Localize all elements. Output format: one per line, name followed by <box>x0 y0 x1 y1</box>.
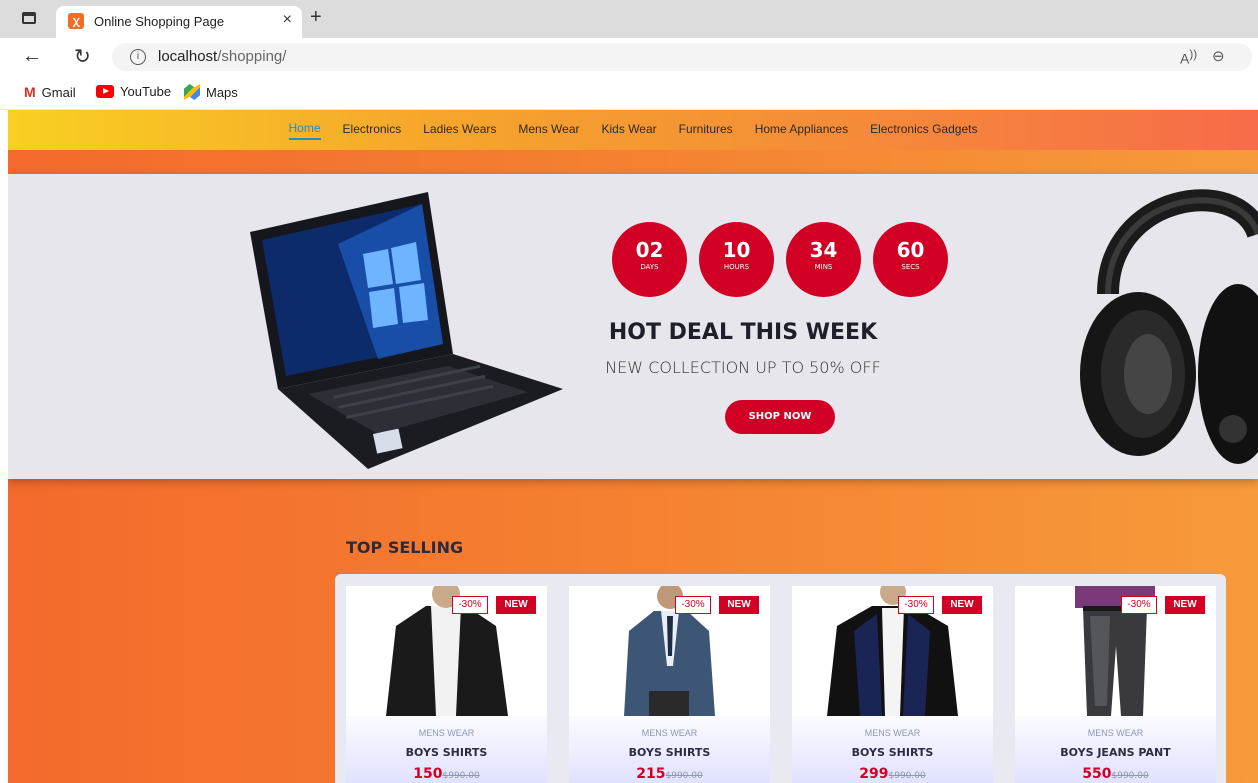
nav-item-furnitures[interactable]: Furnitures <box>679 122 733 139</box>
top-selling-products: -30% NEW MENS WEAR BOYS SHIRTS 150$990.0… <box>335 574 1226 783</box>
product-name[interactable]: BOYS SHIRTS <box>792 746 993 759</box>
tab-title: Online Shopping Page <box>94 14 225 29</box>
shopping-page: Home Electronics Ladies Wears Mens Wear … <box>8 110 1258 783</box>
countdown-value: 10 <box>722 238 751 262</box>
price-current: 215 <box>636 766 666 782</box>
product-price: 299$990.00 <box>792 766 993 782</box>
product-card[interactable]: -30% NEW MENS WEAR BOYS SHIRTS 150$990.0… <box>346 586 547 783</box>
countdown-unit: HOURS <box>723 263 750 271</box>
laptop-image <box>250 192 563 469</box>
product-card[interactable]: -30% NEW MENS WEAR BOYS JEANS PANT 550$9… <box>1015 586 1216 783</box>
price-old: $990.00 <box>1111 771 1149 781</box>
new-badge: NEW <box>496 596 536 614</box>
price-current: 550 <box>1082 766 1112 782</box>
product-price: 550$990.00 <box>1015 766 1216 782</box>
nav-item-home-appliances[interactable]: Home Appliances <box>755 122 848 139</box>
product-price: 150$990.00 <box>346 766 547 782</box>
nav-item-ladies-wears[interactable]: Ladies Wears <box>423 122 496 139</box>
browser-tab-bar: ꭓ Online Shopping Page × + <box>0 0 1258 38</box>
bookmark-label: YouTube <box>120 84 172 99</box>
countdown-secs: 60 SECS <box>873 222 948 297</box>
product-card[interactable]: -30% NEW MENS WEAR BOYS SHIRTS 215$990.0… <box>569 586 770 783</box>
address-bar: ← ↻ i localhost/shopping/ A)) ⊖ <box>0 38 1258 76</box>
hot-deal-banner: 02 DAYS 10 HOURS 34 MINS 60 SECS HOT DEA… <box>8 174 1258 479</box>
product-category: MENS WEAR <box>641 728 698 738</box>
product-category: MENS WEAR <box>418 728 475 738</box>
new-tab-icon[interactable]: + <box>310 6 322 29</box>
bookmark-label: Maps <box>206 84 238 100</box>
read-aloud-icon[interactable]: A)) <box>1180 48 1197 67</box>
url-path: /shopping/ <box>217 48 287 65</box>
product-category: MENS WEAR <box>864 728 921 738</box>
product-image: -30% NEW <box>792 586 993 716</box>
url-text: localhost/shopping/ <box>158 48 286 65</box>
countdown-unit: DAYS <box>640 263 659 271</box>
hot-deal-title: HOT DEAL THIS WEEK <box>608 320 878 345</box>
price-old: $990.00 <box>442 771 480 781</box>
nav-item-home[interactable]: Home <box>288 121 321 140</box>
xampp-favicon-icon: ꭓ <box>68 13 84 29</box>
price-old: $990.00 <box>888 771 926 781</box>
top-selling-title: TOP SELLING <box>346 538 464 557</box>
discount-badge: -30% <box>452 596 488 614</box>
main-nav: Home Electronics Ladies Wears Mens Wear … <box>8 110 1258 150</box>
product-image: -30% NEW <box>569 586 770 716</box>
countdown-days: 02 DAYS <box>612 222 687 297</box>
product-price: 215$990.00 <box>569 766 770 782</box>
product-name[interactable]: BOYS SHIRTS <box>569 746 770 759</box>
countdown-value: 02 <box>635 238 664 262</box>
new-badge: NEW <box>1165 596 1205 614</box>
countdown-timer: 02 DAYS 10 HOURS 34 MINS 60 SECS <box>612 222 948 297</box>
product-name[interactable]: BOYS SHIRTS <box>346 746 547 759</box>
price-current: 150 <box>413 766 443 782</box>
product-image: -30% NEW <box>346 586 547 716</box>
price-old: $990.00 <box>665 771 703 781</box>
new-badge: NEW <box>719 596 759 614</box>
headphones-image <box>1080 189 1258 464</box>
bookmark-maps[interactable]: Maps <box>184 84 238 100</box>
product-name[interactable]: BOYS JEANS PANT <box>1015 746 1216 759</box>
url-input[interactable]: i localhost/shopping/ A)) ⊖ <box>112 43 1252 71</box>
nav-item-mens-wear[interactable]: Mens Wear <box>518 122 579 139</box>
nav-item-electronics[interactable]: Electronics <box>343 122 402 139</box>
site-info-icon[interactable]: i <box>130 49 146 65</box>
countdown-mins: 34 MINS <box>786 222 861 297</box>
price-current: 299 <box>859 766 889 782</box>
discount-badge: -30% <box>1121 596 1157 614</box>
countdown-unit: MINS <box>814 263 833 271</box>
countdown-value: 34 <box>809 238 838 262</box>
new-badge: NEW <box>942 596 982 614</box>
bookmarks-bar: M Gmail YouTube Maps <box>0 76 1258 110</box>
discount-badge: -30% <box>675 596 711 614</box>
countdown-hours: 10 HOURS <box>699 222 774 297</box>
browser-tab[interactable]: ꭓ Online Shopping Page × <box>56 6 302 38</box>
tab-close-icon[interactable]: × <box>283 11 292 29</box>
product-card[interactable]: -30% NEW MENS WEAR BOYS SHIRTS 299$990.0… <box>792 586 993 783</box>
back-arrow-icon[interactable]: ← <box>22 45 42 68</box>
bookmark-label: Gmail <box>41 84 76 100</box>
bookmark-youtube[interactable]: YouTube <box>96 84 171 99</box>
discount-badge: -30% <box>898 596 934 614</box>
bookmark-gmail[interactable]: M Gmail <box>24 84 76 100</box>
nav-item-kids-wear[interactable]: Kids Wear <box>602 122 657 139</box>
hot-deal-subtitle: NEW COLLECTION UP TO 50% OFF <box>605 358 881 377</box>
zoom-icon[interactable]: ⊖ <box>1212 47 1225 65</box>
countdown-unit: SECS <box>901 263 920 271</box>
gmail-icon: M <box>24 84 36 100</box>
countdown-value: 60 <box>896 238 925 262</box>
maps-icon <box>184 84 200 100</box>
nav-item-electronics-gadgets[interactable]: Electronics Gadgets <box>870 122 977 139</box>
product-category: MENS WEAR <box>1087 728 1144 738</box>
youtube-icon <box>96 85 114 98</box>
product-image: -30% NEW <box>1015 586 1216 716</box>
url-host: localhost <box>158 48 218 65</box>
shop-now-button[interactable]: SHOP NOW <box>725 400 835 434</box>
reload-icon[interactable]: ↻ <box>74 44 91 69</box>
window-menu-icon[interactable] <box>22 12 36 24</box>
